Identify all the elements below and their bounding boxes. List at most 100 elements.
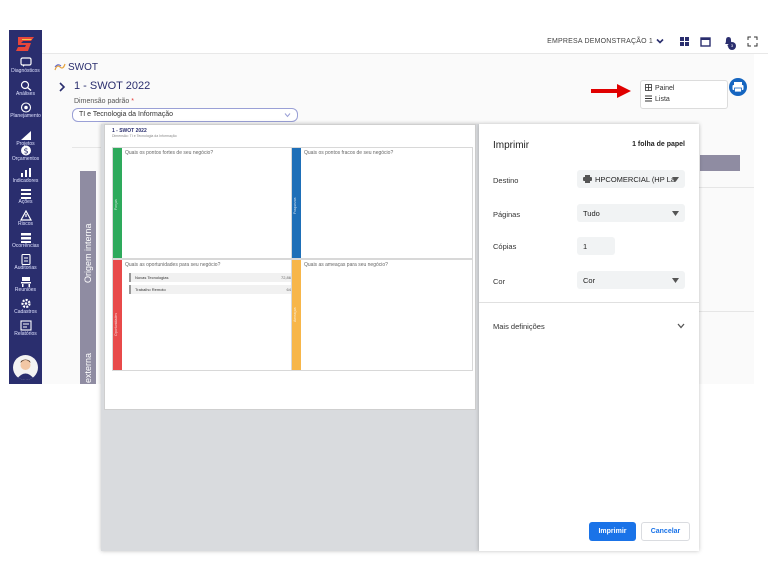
quadrant-label: Fraquezas (293, 197, 297, 214)
screen: Diagnósticos Análises Planejamento Proje… (0, 0, 768, 576)
sidebar-item-label: Diagnósticos (11, 68, 40, 74)
svg-text:$: $ (23, 147, 28, 156)
sidebar-item-riscos[interactable]: Riscos (9, 210, 42, 232)
sidebar-item-label: Análises (16, 91, 35, 97)
opportunity-name: Novas Tecnologias (135, 275, 169, 280)
sidebar-item-analises[interactable]: Análises (9, 80, 42, 102)
list-icon (20, 189, 31, 199)
list-item: Trabalho Remoto 64 (129, 285, 295, 294)
quadrant-question: Quais as oportunidades para seu negócio? (125, 262, 221, 268)
notification-badge: 3 (728, 42, 736, 50)
sidebar-item-cadastros[interactable]: Cadastros (9, 298, 42, 320)
sidebar-item-acoes[interactable]: Ações (9, 188, 42, 210)
print-settings-panel: Imprimir 1 folha de papel Destino HPCOME… (479, 124, 699, 551)
quadrant-label: Ameaças (293, 307, 297, 322)
chevron-down-icon[interactable] (656, 37, 664, 45)
sidebar-item-indicadores[interactable]: Indicadores (9, 167, 42, 189)
sheet-count: 1 folha de papel (632, 141, 685, 148)
print-dialog-title: Imprimir (493, 140, 530, 151)
view-option-lista[interactable]: Lista (645, 95, 670, 103)
quadrant-question: Quais os pontos fracos de seu negócio? (304, 150, 394, 156)
topbar: EMPRESA DEMONSTRAÇÃO 1 3 (42, 30, 768, 54)
projects-icon (20, 131, 31, 140)
calendar-icon[interactable] (700, 36, 711, 47)
required-mark: * (131, 98, 134, 105)
page-title: SWOT (68, 62, 98, 73)
sidebar-item-label: Indicadores (12, 178, 39, 184)
sidebar-item-orcamentos[interactable]: $ Orçamentos (9, 145, 42, 167)
preview-subtitle: Dimensão: TI e Tecnologia da Informação (112, 134, 177, 138)
more-settings-toggle[interactable]: Mais definições (493, 322, 545, 331)
copies-value: 1 (583, 242, 588, 251)
copies-input[interactable]: 1 (577, 237, 615, 255)
sidebar-item-ocorrencias[interactable]: Ocorrências (9, 232, 42, 254)
sidebar-item-label: Ações (18, 199, 33, 205)
dashboard-icon[interactable] (679, 36, 690, 47)
dropdown-arrow-icon (672, 278, 679, 283)
dimension-label: Dimensão padrão * (74, 98, 134, 105)
sidebar-item-label: Riscos (17, 221, 33, 227)
sidebar-item-label: Auditorias (14, 265, 37, 271)
origem-externa-band: externa (80, 311, 96, 384)
printer-icon (583, 175, 592, 183)
origem-interna-band: Origem interna (80, 171, 96, 311)
sidebar-item-auditorias[interactable]: Auditorias (9, 254, 42, 276)
dimension-value: TI e Tecnologia da Informação (79, 111, 174, 118)
quadrant-label: Oportunidades (114, 313, 118, 336)
view-option-label: Painel (655, 85, 675, 92)
background-header-strip (700, 155, 740, 171)
chat-icon (19, 57, 32, 67)
user-avatar[interactable] (13, 355, 38, 380)
quadrant-strengths: Forças Quais os pontos fortes de seu neg… (112, 147, 292, 259)
sidebar-item-diagnosticos[interactable]: Diagnósticos (9, 57, 42, 79)
chevron-down-icon[interactable] (677, 323, 685, 329)
app-logo[interactable] (12, 33, 39, 55)
color-select[interactable]: Cor (577, 271, 685, 289)
pages-select[interactable]: Tudo (577, 204, 685, 222)
color-label: Cor (493, 277, 506, 286)
list-item: Novas Tecnologias 72,86 (129, 273, 295, 282)
sidebar-item-label: Planejamento (10, 113, 41, 119)
print-button[interactable] (729, 78, 747, 96)
dimension-select[interactable]: TI e Tecnologia da Informação (72, 108, 298, 122)
pages-value: Tudo (583, 209, 600, 218)
sidebar-item-relatorios[interactable]: Relatórios (9, 320, 42, 342)
sidebar-item-planejamento[interactable]: Planejamento (9, 102, 42, 124)
fullscreen-icon[interactable] (747, 36, 758, 47)
origem-interna-label: Origem interna (83, 223, 93, 283)
dollar-icon: $ (20, 145, 31, 156)
divider (479, 302, 699, 303)
dropdown-arrow-icon (672, 177, 679, 182)
company-selector[interactable]: EMPRESA DEMONSTRAÇÃO 1 (547, 38, 653, 45)
view-mode-selector: Painel Lista (640, 80, 728, 109)
target-icon (20, 102, 31, 113)
quadrant-question: Quais os pontos fortes de seu negócio? (125, 150, 214, 156)
quadrant-threats: Ameaças Quais as ameaças para seu negóci… (291, 259, 473, 371)
sidebar-item-label: Ocorrências (12, 243, 39, 249)
panel-icon (645, 84, 652, 91)
view-option-label: Lista (655, 96, 670, 103)
destination-select[interactable]: HPCOMERCIAL (HP La (577, 170, 685, 188)
opportunity-score: 72,86 (280, 275, 291, 280)
cancel-button[interactable]: Cancelar (641, 522, 690, 541)
sidebar-item-reunioes[interactable]: Reuniões (9, 276, 42, 298)
occurrence-icon (20, 233, 31, 243)
chart-icon (20, 168, 31, 177)
chevron-down-icon (284, 113, 291, 118)
dropdown-arrow-icon (672, 211, 679, 216)
quadrant-question: Quais as ameaças para seu negócio? (304, 262, 388, 268)
color-value: Cor (583, 276, 596, 285)
print-confirm-button[interactable]: Imprimir (589, 522, 636, 541)
chevron-right-icon[interactable] (58, 82, 66, 92)
pages-label: Páginas (493, 210, 521, 219)
preview-sheet: 1 - SWOT 2022 Dimensão: TI e Tecnologia … (104, 124, 476, 410)
sidebar-item-label: Orçamentos (11, 156, 40, 162)
report-icon (19, 320, 32, 331)
divider (699, 311, 754, 312)
view-option-painel[interactable]: Painel (645, 84, 674, 92)
dimension-label-text: Dimensão padrão (74, 98, 130, 105)
copies-label: Cópias (493, 242, 517, 251)
meeting-icon (20, 277, 31, 287)
origem-externa-label: externa (83, 352, 93, 383)
quadrant-weaknesses: Fraquezas Quais os pontos fracos de seu … (291, 147, 473, 259)
